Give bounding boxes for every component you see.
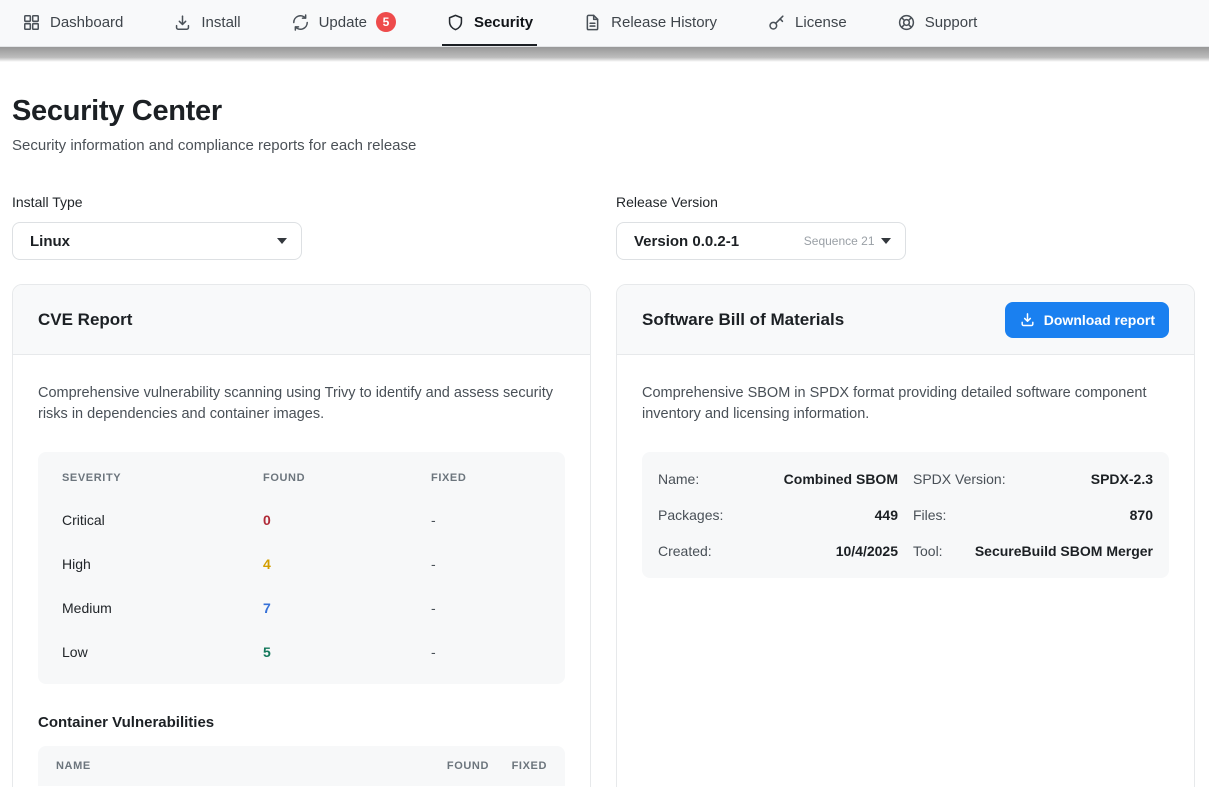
fixed-col-header: FIXED — [489, 760, 547, 772]
nav-item-support[interactable]: Support — [893, 0, 982, 46]
sbom-info-label: Name: — [658, 471, 699, 487]
sbom-info-item: Packages: 449 — [658, 507, 898, 523]
nav-item-label: Update — [319, 14, 367, 31]
sbom-info-value: SPDX-2.3 — [1091, 471, 1153, 487]
sequence-hint: Sequence 21 — [804, 234, 875, 248]
severity-col-header: SEVERITY — [62, 472, 263, 484]
download-report-button[interactable]: Download report — [1005, 302, 1169, 338]
sbom-info-label: Created: — [658, 543, 712, 559]
nav-item-label: Support — [925, 14, 978, 31]
download-report-label: Download report — [1044, 312, 1155, 328]
found-count: 4 — [263, 556, 431, 572]
nav-item-security[interactable]: Security — [442, 0, 537, 46]
nav-item-label: Security — [474, 14, 533, 31]
sbom-info-item: Created: 10/4/2025 — [658, 543, 898, 559]
sbom-info-item: Files: 870 — [913, 507, 1153, 523]
found-col-header: FOUND — [414, 760, 489, 772]
table-row: Critical 0 - — [38, 498, 565, 542]
found-count: 7 — [263, 600, 431, 616]
table-row: Medium 7 - — [38, 586, 565, 630]
nav-item-label: License — [795, 14, 847, 31]
name-col-header: NAME — [56, 760, 414, 772]
table-row: Low 5 - — [38, 630, 565, 674]
download-icon — [1019, 311, 1036, 328]
container-vulnerabilities-table-header: NAME FOUND FIXED — [38, 746, 565, 786]
sbom-info-item: Tool: SecureBuild SBOM Merger — [913, 543, 1153, 559]
sbom-info-value: 449 — [875, 507, 898, 523]
severity-table: SEVERITY FOUND FIXED Critical 0 - High 4… — [38, 452, 565, 684]
severity-label: Critical — [62, 512, 263, 528]
nav-item-label: Install — [201, 14, 240, 31]
install-type-select[interactable]: Linux — [12, 222, 302, 260]
document-icon — [583, 13, 602, 32]
nav-item-release-history[interactable]: Release History — [579, 0, 721, 46]
found-count: 5 — [263, 644, 431, 660]
sbom-info-label: Files: — [913, 507, 946, 523]
cve-report-title: CVE Report — [38, 310, 132, 330]
cve-report-card: CVE Report Comprehensive vulnerability s… — [12, 284, 591, 787]
sbom-info-label: Packages: — [658, 507, 723, 523]
sbom-info-grid: Name: Combined SBOM SPDX Version: SPDX-2… — [642, 452, 1169, 578]
top-navigation: Dashboard Install Update 5 Security Rele… — [0, 0, 1209, 47]
chevron-down-icon — [277, 238, 287, 244]
fixed-count: - — [431, 644, 541, 660]
severity-label: Low — [62, 644, 263, 660]
download-icon — [173, 13, 192, 32]
container-vulnerabilities-title: Container Vulnerabilities — [38, 714, 565, 731]
key-icon — [767, 13, 786, 32]
shield-icon — [446, 13, 465, 32]
filters-row: Install Type Linux Release Version Versi… — [12, 194, 1195, 260]
severity-label: High — [62, 556, 263, 572]
sbom-description: Comprehensive SBOM in SPDX format provid… — [642, 383, 1169, 426]
fixed-count: - — [431, 556, 541, 572]
header-shadow — [0, 47, 1209, 62]
nav-item-install[interactable]: Install — [169, 0, 244, 46]
sbom-info-label: Tool: — [913, 543, 943, 559]
sbom-info-value: Combined SBOM — [784, 471, 898, 487]
page-title: Security Center — [12, 95, 1195, 128]
fixed-col-header: FIXED — [431, 472, 541, 484]
install-type-label: Install Type — [12, 194, 591, 210]
sbom-card: Software Bill of Materials Download repo… — [616, 284, 1195, 787]
severity-label: Medium — [62, 600, 263, 616]
sbom-title: Software Bill of Materials — [642, 310, 844, 330]
lifebuoy-icon — [897, 13, 916, 32]
nav-item-label: Dashboard — [50, 14, 123, 31]
chevron-down-icon — [881, 238, 891, 244]
update-count-badge: 5 — [376, 12, 396, 32]
release-version-select[interactable]: Version 0.0.2-1 Sequence 21 — [616, 222, 906, 260]
release-version-value: Version 0.0.2-1 — [634, 233, 739, 250]
nav-item-dashboard[interactable]: Dashboard — [18, 0, 127, 46]
refresh-icon — [291, 13, 310, 32]
fixed-count: - — [431, 512, 541, 528]
nav-item-label: Release History — [611, 14, 717, 31]
found-count: 0 — [263, 512, 431, 528]
found-col-header: FOUND — [263, 472, 431, 484]
fixed-count: - — [431, 600, 541, 616]
cve-report-description: Comprehensive vulnerability scanning usi… — [38, 383, 565, 426]
sbom-info-value: SecureBuild SBOM Merger — [975, 543, 1153, 559]
severity-table-header: SEVERITY FOUND FIXED — [38, 458, 565, 498]
nav-item-update[interactable]: Update 5 — [287, 0, 400, 46]
sbom-info-value: 870 — [1130, 507, 1153, 523]
sbom-info-item: SPDX Version: SPDX-2.3 — [913, 471, 1153, 487]
sbom-info-label: SPDX Version: — [913, 471, 1006, 487]
release-version-label: Release Version — [616, 194, 1195, 210]
dashboard-icon — [22, 13, 41, 32]
nav-item-license[interactable]: License — [763, 0, 851, 46]
sbom-info-value: 10/4/2025 — [836, 543, 898, 559]
sbom-info-item: Name: Combined SBOM — [658, 471, 898, 487]
page-subtitle: Security information and compliance repo… — [12, 137, 1195, 154]
table-row: High 4 - — [38, 542, 565, 586]
install-type-value: Linux — [30, 233, 70, 250]
